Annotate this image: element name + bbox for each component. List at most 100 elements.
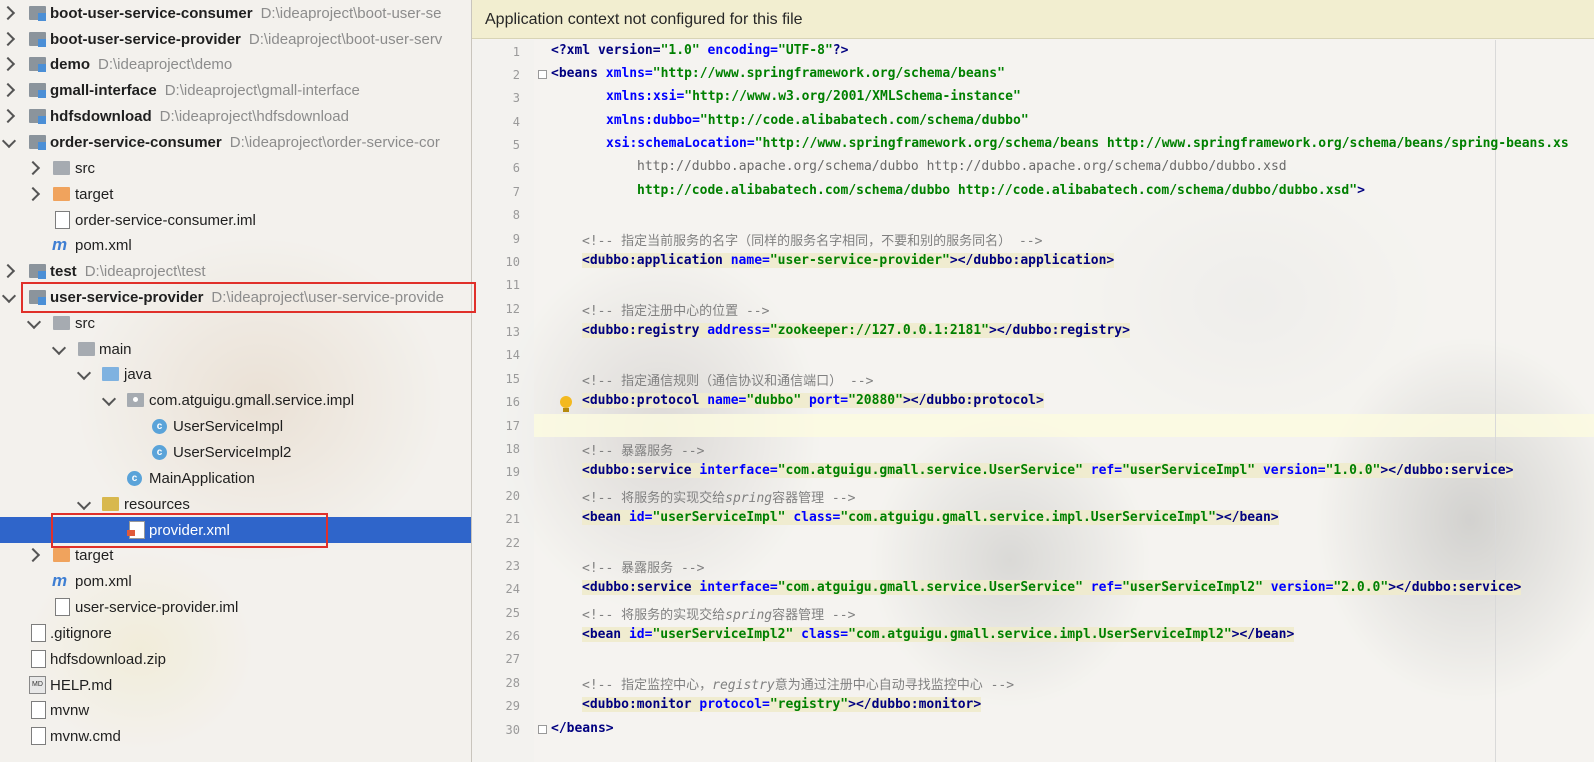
chevron-down-icon[interactable] — [76, 365, 92, 381]
code-token: version= — [1262, 580, 1334, 595]
code-line-1[interactable]: <?xml version="1.0" encoding="UTF-8"?> — [551, 43, 848, 58]
chevron-right-icon[interactable] — [0, 82, 16, 98]
code-line-26[interactable]: <bean id="userServiceImpl2" class="com.a… — [582, 627, 1295, 642]
tree-item-userserviceimpl[interactable]: c UserServiceImpl — [0, 413, 471, 439]
code-token: <beans — [551, 66, 606, 81]
code-line-10[interactable]: <dubbo:application name="user-service-pr… — [582, 253, 1115, 268]
tree-item-demo[interactable]: demo D:\ideaproject\demo — [0, 51, 471, 77]
tree-item-mainapplication[interactable]: c MainApplication — [0, 465, 471, 491]
tree-item-label: java — [124, 365, 152, 383]
tree-item-src[interactable]: src — [0, 155, 471, 181]
fold-marker-icon[interactable] — [538, 725, 547, 734]
chevron-right-icon[interactable] — [25, 160, 41, 176]
chevron-right-icon[interactable] — [0, 31, 16, 47]
tree-item-target[interactable]: target — [0, 542, 471, 568]
chevron-down-icon[interactable] — [51, 340, 67, 356]
chevron-down-icon[interactable] — [76, 495, 92, 511]
code-editor[interactable]: Application context not configured for t… — [472, 0, 1594, 762]
tree-item-test[interactable]: test D:\ideaproject\test — [0, 258, 471, 284]
code-token: "userServiceImpl" — [652, 510, 786, 525]
chevron-right-icon[interactable] — [0, 56, 16, 72]
chevron-right-icon[interactable] — [0, 108, 16, 124]
code-token: "http://www.springframework.org/schema/b… — [754, 136, 1569, 151]
chevron-right-icon[interactable] — [25, 186, 41, 202]
tree-item-target[interactable]: target — [0, 181, 471, 207]
code-line-7[interactable]: http://code.alibabatech.com/schema/dubbo… — [637, 183, 1365, 198]
code-line-15[interactable]: <!-- 指定通信规则（通信协议和通信端口） --> — [582, 370, 873, 389]
code-line-30[interactable]: </beans> — [551, 721, 614, 736]
lightbulb-icon[interactable] — [560, 396, 572, 412]
code-line-3[interactable]: xmlns:xsi="http://www.w3.org/2001/XMLSch… — [606, 89, 1021, 104]
chevron-right-icon[interactable] — [25, 547, 41, 563]
tree-item-gmall-interface[interactable]: gmall-interface D:\ideaproject\gmall-inte… — [0, 77, 471, 103]
code-token: 容器管理 --> — [772, 491, 856, 506]
tree-item-resources[interactable]: resources — [0, 491, 471, 517]
module-folder-icon — [29, 6, 46, 21]
line-number: 15 — [505, 372, 520, 386]
code-line-5[interactable]: xsi:schemaLocation="http://www.springfra… — [606, 136, 1569, 151]
code-line-13[interactable]: <dubbo:registry address="zookeeper://127… — [582, 323, 1130, 338]
chevron-down-icon[interactable] — [1, 288, 17, 304]
code-line-4[interactable]: xmlns:dubbo="http://code.alibabatech.com… — [606, 113, 1029, 128]
code-token: "20880" — [848, 393, 903, 408]
tree-item-boot-user-service-provider[interactable]: boot-user-service-provider D:\ideaproject… — [0, 26, 471, 52]
line-number: 12 — [505, 302, 520, 316]
tree-item-package[interactable]: com.atguigu.gmall.service.impl — [0, 387, 471, 413]
code-token: ></dubbo:application> — [949, 253, 1115, 268]
tree-item-provider-xml[interactable]: provider.xml — [0, 517, 471, 543]
fold-marker-icon[interactable] — [538, 70, 547, 79]
module-folder-icon — [29, 264, 46, 279]
code-token: version= — [1255, 463, 1326, 478]
chevron-down-icon[interactable] — [101, 391, 117, 407]
chevron-right-icon[interactable] — [0, 263, 16, 279]
tree-item-src[interactable]: src — [0, 310, 471, 336]
module-folder-icon — [29, 32, 46, 47]
project-tree[interactable]: boot-user-service-consumer D:\ideaproject… — [0, 0, 472, 762]
tree-item-label: .gitignore — [50, 624, 112, 642]
code-token: xmlns:dubbo= — [606, 113, 700, 128]
tree-item-pom-xml[interactable]: m pom.xml — [0, 232, 471, 258]
tree-item-mvnw[interactable]: mvnw — [0, 697, 471, 723]
tree-item-mvnw-cmd[interactable]: mvnw.cmd — [0, 723, 471, 749]
code-line-19[interactable]: <dubbo:service interface="com.atguigu.gm… — [582, 463, 1514, 478]
chevron-down-icon[interactable] — [1, 133, 17, 149]
tree-item-hdfsdownload-zip[interactable]: hdfsdownload.zip — [0, 646, 471, 672]
tree-item-hdfsdownload[interactable]: hdfsdownload D:\ideaproject\hdfsdownload — [0, 103, 471, 129]
code-line-24[interactable]: <dubbo:service interface="com.atguigu.gm… — [582, 580, 1522, 595]
tree-item-pom-xml[interactable]: m pom.xml — [0, 568, 471, 594]
code-line-20[interactable]: <!-- 将服务的实现交给spring容器管理 --> — [582, 487, 855, 506]
tree-item-order-service-consumer-iml[interactable]: order-service-consumer.iml — [0, 207, 471, 233]
code-line-28[interactable]: <!-- 指定监控中心，registry意为通过注册中心自动寻找监控中心 --> — [582, 674, 1014, 693]
code-line-9[interactable]: <!-- 指定当前服务的名字（同样的服务名字相同，不要和别的服务同名） --> — [582, 230, 1042, 249]
tree-item-java[interactable]: java — [0, 361, 471, 387]
code-line-2[interactable]: <beans xmlns="http://www.springframework… — [551, 66, 1005, 81]
tree-item-label: com.atguigu.gmall.service.impl — [149, 391, 355, 409]
tree-item-path: D:\ideaproject\user-service-provide — [211, 288, 445, 306]
code-line-12[interactable]: <!-- 指定注册中心的位置 --> — [582, 300, 769, 319]
tree-item-order-service-consumer[interactable]: order-service-consumer D:\ideaproject\ord… — [0, 129, 471, 155]
code-token: "zookeeper://127.0.0.1:2181" — [769, 323, 990, 338]
code-line-18[interactable]: <!-- 暴露服务 --> — [582, 440, 704, 459]
line-number: 25 — [505, 606, 520, 620]
code-line-29[interactable]: <dubbo:monitor protocol="registry"></dub… — [582, 697, 982, 712]
line-number: 14 — [505, 348, 520, 362]
tree-item-user-service-provider[interactable]: user-service-provider D:\ideaproject\user… — [0, 284, 471, 310]
chevron-right-icon[interactable] — [0, 5, 16, 21]
tree-item-help-md[interactable]: MD HELP.md — [0, 672, 471, 698]
code-line-16[interactable]: <dubbo:protocol name="dubbo" port="20880… — [582, 393, 1044, 408]
code-line-6[interactable]: http://dubbo.apache.org/schema/dubbo htt… — [637, 159, 1287, 174]
editor-notification-banner: Application context not configured for t… — [472, 0, 1594, 39]
code-line-23[interactable]: <!-- 暴露服务 --> — [582, 557, 704, 576]
tree-item-path: D:\ideaproject\test — [84, 262, 206, 280]
tree-item-userserviceimpl2[interactable]: c UserServiceImpl2 — [0, 439, 471, 465]
folder-icon — [78, 342, 95, 356]
tree-item-user-service-provider-iml[interactable]: user-service-provider.iml — [0, 594, 471, 620]
code-line-25[interactable]: <!-- 将服务的实现交给spring容器管理 --> — [582, 604, 855, 623]
code-line-21[interactable]: <bean id="userServiceImpl" class="com.at… — [582, 510, 1279, 525]
chevron-down-icon[interactable] — [26, 314, 42, 330]
tree-item-main[interactable]: main — [0, 336, 471, 362]
tree-item-gitignore[interactable]: .gitignore — [0, 620, 471, 646]
line-number: 29 — [505, 699, 520, 713]
tree-item-boot-user-service-consumer[interactable]: boot-user-service-consumer D:\ideaproject… — [0, 0, 471, 26]
code-token: <bean — [582, 627, 629, 642]
